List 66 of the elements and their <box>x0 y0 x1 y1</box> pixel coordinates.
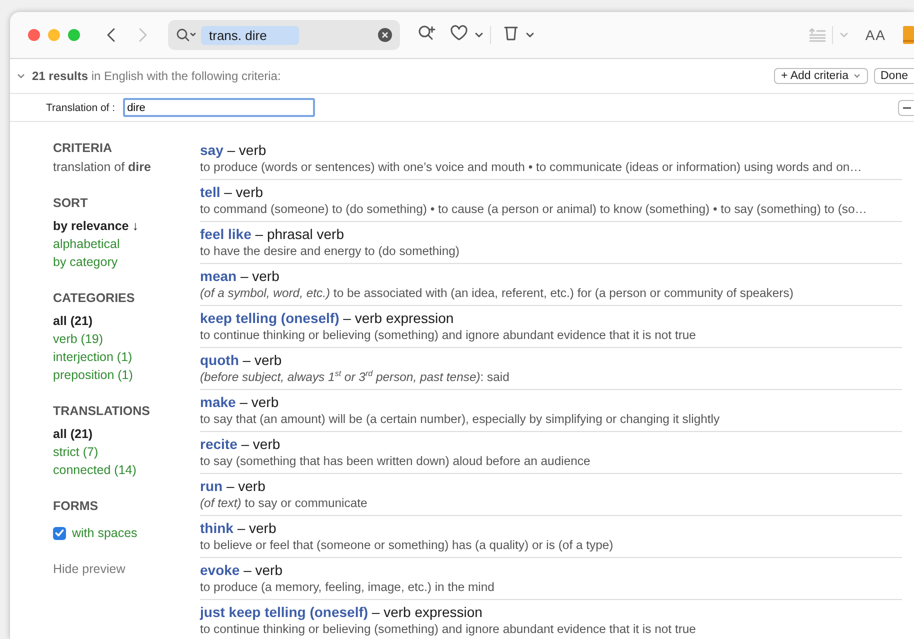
entry-heading[interactable]: mean – verb <box>200 267 280 285</box>
add-criteria-button[interactable]: + Add criteria <box>774 68 868 84</box>
filter-option[interactable]: strict (7) <box>53 443 98 461</box>
filter-option[interactable]: all (21) <box>53 312 93 330</box>
zoom-window-button[interactable] <box>68 29 80 41</box>
entry-heading[interactable]: recite – verb <box>200 435 280 453</box>
back-button[interactable] <box>106 27 116 43</box>
clear-icon[interactable] <box>378 28 392 42</box>
close-window-button[interactable] <box>28 29 40 41</box>
entry-heading[interactable]: think – verb <box>200 519 276 537</box>
filter-option[interactable]: interjection (1) <box>53 348 132 366</box>
entry-definition: to command (someone) to (do something) • to cause (a person or animal) to know (something) • to say (something) to (so… <box>200 201 867 217</box>
results-summary: 21 results in English with the following criteria: <box>32 69 281 83</box>
checkbox-label[interactable]: with spaces <box>72 524 138 542</box>
filter-option[interactable]: preposition (1) <box>53 366 133 384</box>
filter-option[interactable]: by category <box>53 253 118 271</box>
criteria-text: translation of dire <box>53 159 151 176</box>
entry-definition: (before subject, always 1$^{st}$ or 3$^{rd}$ person, past tense): said <box>200 369 510 385</box>
done-button[interactable]: Done <box>874 68 914 84</box>
entry-definition: to continue thinking or believing (something) and ignore abundant evidence that it is not true <box>200 327 696 343</box>
chevron-down-icon[interactable] <box>525 31 535 39</box>
entry-definition: to continue thinking or believing (something) and ignore abundant evidence that it is not true <box>200 621 696 637</box>
zoom-in-search-icon[interactable] <box>418 24 436 40</box>
remove-criteria-button[interactable] <box>898 100 914 116</box>
entry-heading[interactable]: quoth – verb <box>200 351 282 369</box>
section-heading: TRANSLATIONS <box>53 403 150 420</box>
minus-icon <box>902 106 910 108</box>
entry-definition: to say that (an amount) will be (a certain number), especially by simplifying or changing it slightly <box>200 411 720 427</box>
search-icon <box>176 28 196 42</box>
entry-heading[interactable]: keep telling (oneself) – verb expression <box>200 309 454 327</box>
entry-definition: (of a symbol, word, etc.) to be associated with (an idea, referent, etc.) for (a person or community of speakers) <box>200 285 794 301</box>
entry-definition: to say (something that has been written down) aloud before an audience <box>200 453 590 469</box>
checkbox[interactable] <box>53 526 66 540</box>
collapse-chevron-icon[interactable] <box>16 72 26 80</box>
heart-icon[interactable] <box>450 24 468 40</box>
section-heading: CATEGORIES <box>53 290 135 307</box>
entry-heading[interactable]: tell – verb <box>200 183 264 201</box>
entry-heading[interactable]: say – verb <box>200 141 266 159</box>
entry-heading[interactable]: evoke – verb <box>200 561 283 579</box>
entry-definition: to produce (a memory, feeling, image, etc.) in the mind <box>200 579 494 595</box>
translation-input-field[interactable]: dire <box>123 98 316 117</box>
entry-definition: to have the desire and energy to (do something) <box>200 243 460 259</box>
section-heading: FORMS <box>53 498 98 515</box>
entry-definition: (of text) to say or communicate <box>200 495 368 511</box>
section-heading: SORT <box>53 195 88 212</box>
search-field[interactable]: trans. dire <box>168 20 400 50</box>
filter-option[interactable]: all (21) <box>53 425 93 443</box>
entry-definition: to believe or feel that (someone or something) has (a quality) or is (of a type) <box>200 537 614 553</box>
entry-heading[interactable]: make – verb <box>200 393 279 411</box>
search-token[interactable]: trans. dire <box>201 26 299 44</box>
book-icon[interactable] <box>902 26 914 44</box>
filter-option[interactable]: connected (14) <box>53 461 136 479</box>
entry-definition: to produce (words or sentences) with one’s voice and mouth • to communicate (ideas or information) using words and on… <box>200 159 862 175</box>
criteria-label: Translation of : <box>46 102 116 114</box>
entry-heading[interactable]: run – verb <box>200 477 266 495</box>
entry-heading[interactable]: feel like – phrasal verb <box>200 225 344 243</box>
filter-option[interactable]: alphabetical <box>53 235 120 253</box>
font-size-button[interactable]: AA <box>865 27 886 43</box>
entry-heading[interactable]: just keep telling (oneself) – verb expression <box>200 603 482 621</box>
hide-preview-link[interactable]: Hide preview <box>53 560 126 578</box>
dropdown-chevron-icon <box>852 73 860 79</box>
section-heading: CRITERIA <box>53 140 112 157</box>
trash-icon[interactable] <box>503 24 519 40</box>
filter-option[interactable]: verb (19) <box>53 330 104 348</box>
chevron-down-icon[interactable] <box>474 31 484 39</box>
filter-option[interactable]: by relevance ↓ <box>53 217 138 235</box>
